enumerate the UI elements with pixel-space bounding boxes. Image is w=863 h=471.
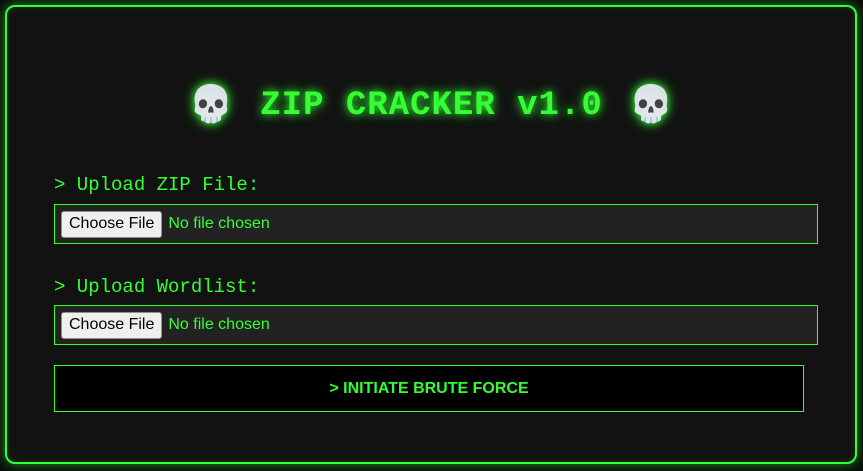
zip-file-input[interactable]: Choose File No file chosen	[54, 204, 818, 244]
zip-choose-file-button[interactable]: Choose File	[61, 210, 163, 238]
wordlist-choose-file-button[interactable]: Choose File	[61, 311, 163, 339]
page-title: 💀 ZIP CRACKER v1.0 💀	[0, 83, 863, 125]
wordlist-upload-label: > Upload Wordlist:	[54, 276, 260, 298]
skull-icon: 💀	[188, 84, 235, 125]
wordlist-file-input[interactable]: Choose File No file chosen	[54, 305, 818, 345]
zip-upload-label: > Upload ZIP File:	[54, 174, 260, 196]
wordlist-file-status: No file chosen	[168, 316, 270, 333]
zip-file-status: No file chosen	[168, 215, 270, 232]
skull-icon: 💀	[628, 84, 675, 125]
initiate-brute-force-button[interactable]: > INITIATE BRUTE FORCE	[54, 365, 804, 412]
title-text: ZIP CRACKER v1.0	[260, 87, 603, 125]
